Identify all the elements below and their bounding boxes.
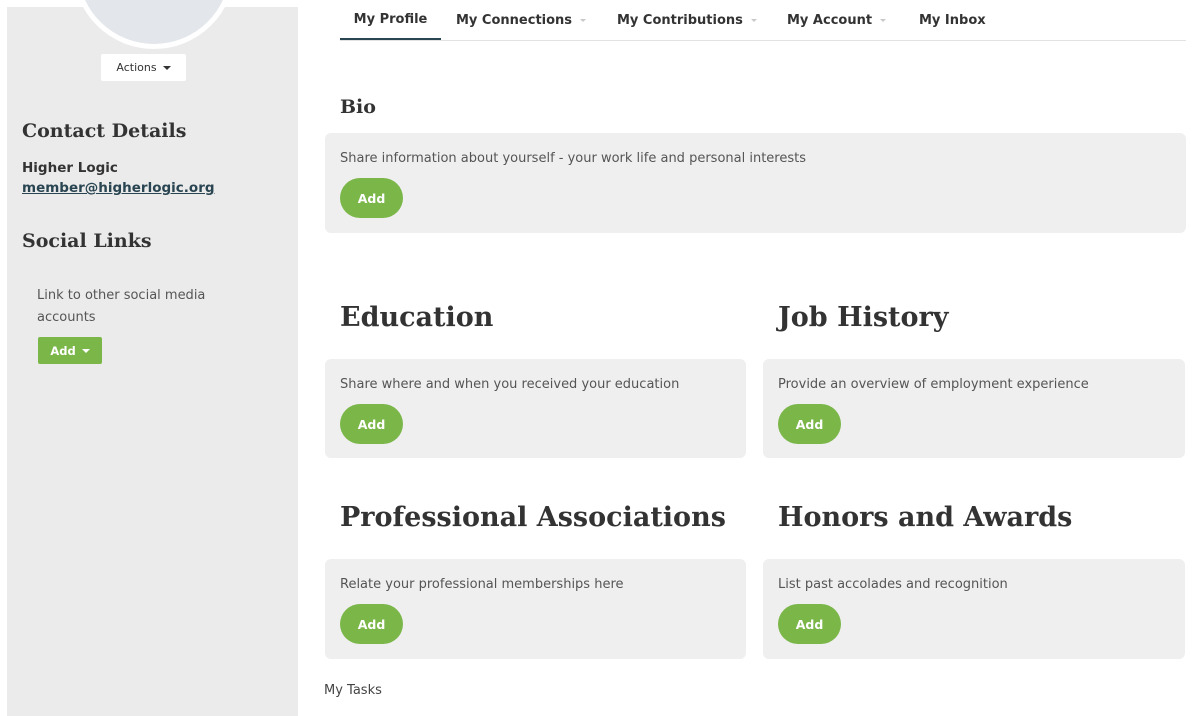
tab-my-account[interactable]: My Account — [787, 0, 887, 40]
education-heading: Education — [340, 302, 494, 333]
tab-my-profile[interactable]: My Profile — [340, 0, 441, 40]
honors-awards-heading: Honors and Awards — [778, 502, 1073, 533]
chevron-down-icon — [580, 18, 587, 22]
contact-email-link[interactable]: member@higherlogic.org — [22, 180, 215, 196]
profile-tabs: My Profile My Connections My Contributio… — [340, 0, 1186, 41]
avatar[interactable] — [73, 0, 235, 49]
bio-add-button[interactable]: Add — [340, 178, 403, 218]
tab-label: My Contributions — [617, 12, 743, 28]
professional-associations-add-button[interactable]: Add — [340, 604, 403, 644]
social-links-description: Link to other social media accounts — [37, 288, 206, 325]
social-add-label: Add — [50, 343, 76, 358]
education-description: Share where and when you received your e… — [340, 377, 680, 392]
caret-down-icon — [81, 348, 90, 353]
my-tasks-label: My Tasks — [324, 683, 382, 698]
bio-card: Share information about yourself - your … — [325, 133, 1186, 233]
job-history-description: Provide an overview of employment experi… — [778, 377, 1089, 392]
education-add-button[interactable]: Add — [340, 404, 403, 444]
tab-label: My Inbox — [919, 12, 986, 28]
honors-awards-description: List past accolades and recognition — [778, 577, 1008, 592]
actions-button-label: Actions — [116, 61, 157, 74]
bio-description: Share information about yourself - your … — [340, 151, 806, 166]
tab-label: My Profile — [353, 11, 428, 27]
social-links-heading: Social Links — [22, 230, 152, 252]
tab-label: My Connections — [456, 12, 573, 28]
contact-details-heading: Contact Details — [22, 120, 187, 142]
job-history-heading: Job History — [778, 302, 949, 333]
job-history-card: Provide an overview of employment experi… — [763, 359, 1185, 458]
professional-associations-heading: Professional Associations — [340, 502, 726, 533]
professional-associations-card: Relate your professional memberships her… — [325, 559, 746, 659]
honors-awards-add-button[interactable]: Add — [778, 604, 841, 644]
caret-down-icon — [162, 65, 171, 70]
tab-my-contributions[interactable]: My Contributions — [617, 0, 757, 40]
honors-awards-card: List past accolades and recognition Add — [763, 559, 1185, 659]
professional-associations-description: Relate your professional memberships her… — [340, 577, 624, 592]
tab-my-inbox[interactable]: My Inbox — [919, 0, 986, 40]
chevron-down-icon — [750, 18, 757, 22]
tab-label: My Account — [787, 12, 873, 28]
contact-name: Higher Logic — [22, 160, 118, 176]
bio-heading: Bio — [340, 96, 376, 118]
education-card: Share where and when you received your e… — [325, 359, 746, 458]
social-links-add-button[interactable]: Add — [38, 337, 102, 364]
job-history-add-button[interactable]: Add — [778, 404, 841, 444]
chevron-down-icon — [880, 18, 887, 22]
tab-my-connections[interactable]: My Connections — [456, 0, 587, 40]
actions-dropdown-button[interactable]: Actions — [101, 54, 186, 81]
profile-sidebar: Actions Contact Details Higher Logic mem… — [7, 0, 298, 716]
profile-page: Actions Contact Details Higher Logic mem… — [0, 0, 1203, 716]
